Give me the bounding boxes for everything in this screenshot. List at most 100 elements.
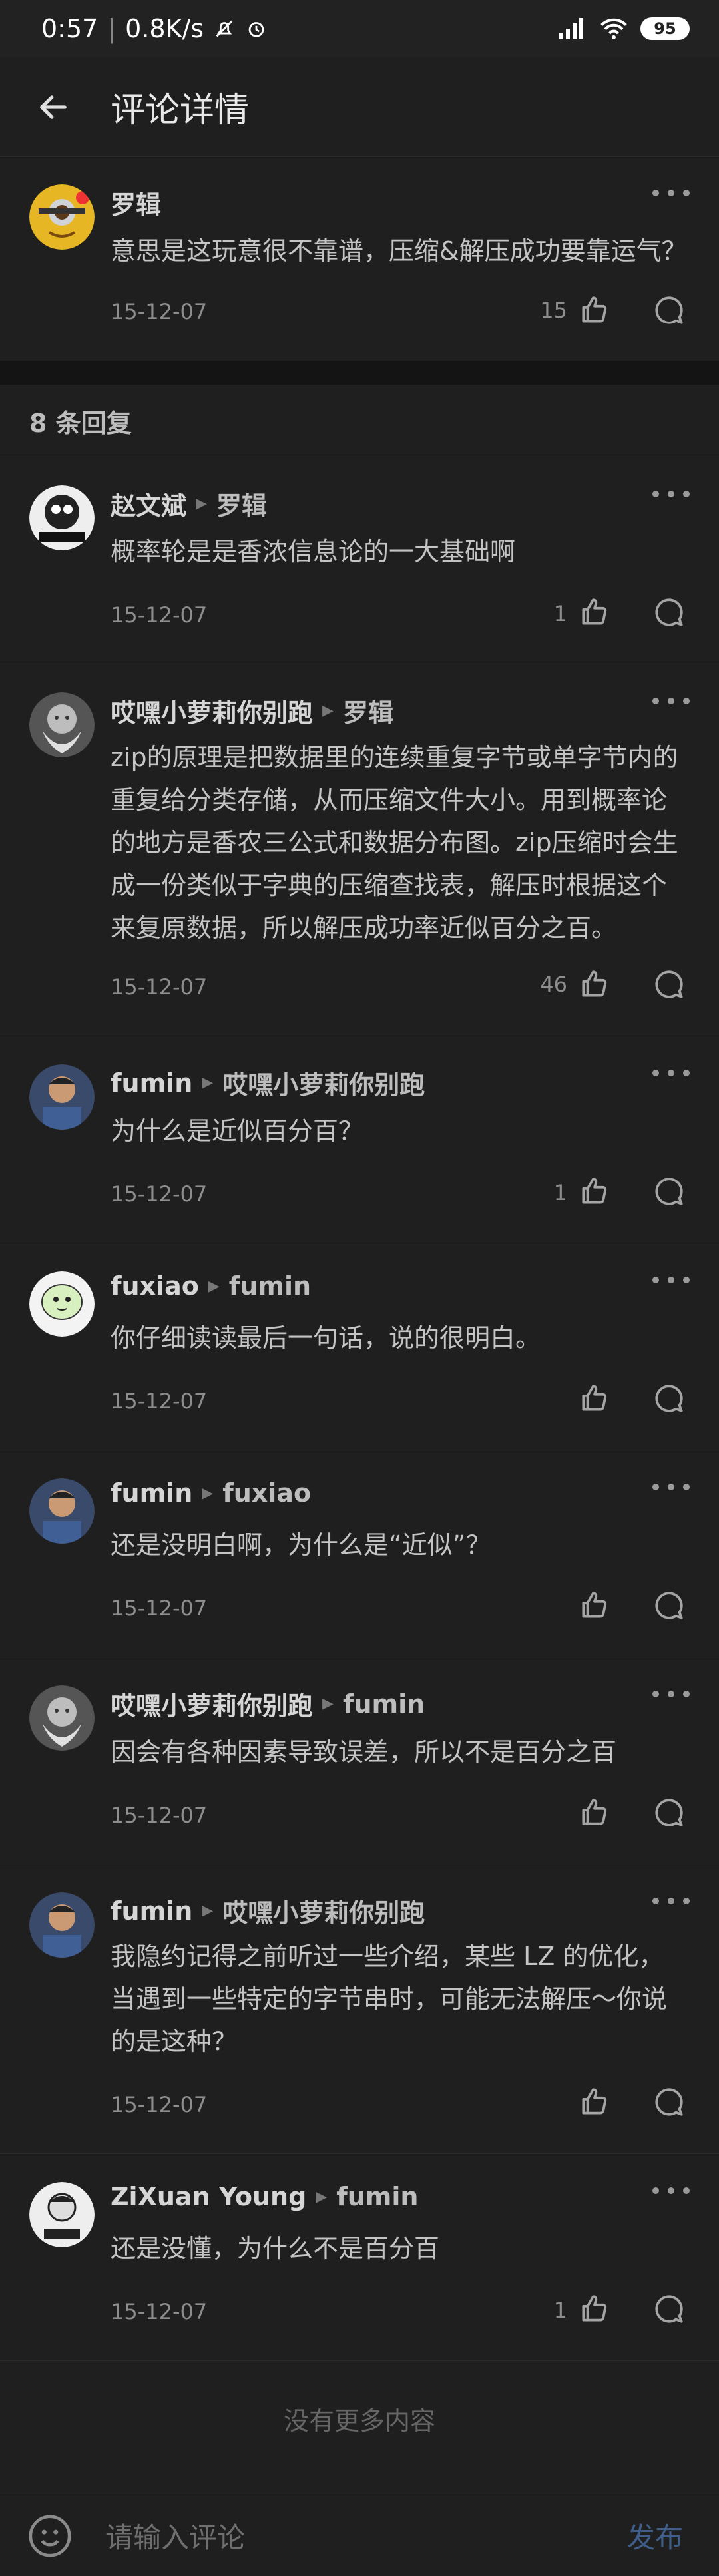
more-options-button[interactable] [652,2187,690,2201]
reply-target[interactable]: 哎嘿小萝莉你别跑 [222,1892,425,1929]
reply-content: 还是没懂，为什么不是百分百 [111,2234,440,2263]
reply-to-arrow-icon: ▶ [202,1074,214,1091]
like-count: 1 [553,1180,567,1205]
reply-bubble-icon[interactable] [652,1589,686,1622]
avatar[interactable] [29,184,95,250]
avatar[interactable] [29,1064,95,1130]
arrow-left-icon [40,95,67,119]
avatar[interactable] [29,692,95,757]
replies-count: 8 条回复 [0,385,719,457]
reply-bubble-icon[interactable] [652,2292,686,2326]
reply-target[interactable]: 罗辑 [343,692,393,729]
avatar[interactable] [29,1685,95,1751]
thumbs-up-icon[interactable] [578,1175,611,1208]
reply-to-arrow-icon: ▶ [208,1277,220,1295]
reply-target[interactable]: fumin [343,1689,425,1719]
reply-content: 还是没明白啊，为什么是“近似”？ [111,1530,491,1560]
reply-item: 哎嘿小萝莉你别跑 ▶ 罗辑 zip的原理是把数据里的连续重复字节或单字节内的重复… [0,664,719,1036]
reply-item: fumin ▶ fuxiao 还是没明白啊，为什么是“近似”？ 15-12-07 [0,1450,719,1657]
reply-item: 赵文斌 ▶ 罗辑 概率轮是是香浓信息论的一大基础啊 15-12-07 1 [0,457,719,664]
reply-author[interactable]: 赵文斌 [111,485,186,522]
reply-author[interactable]: 哎嘿小萝莉你别跑 [111,692,313,729]
reply-date: 15-12-07 [111,1181,208,1207]
reply-to-arrow-icon: ▶ [316,2188,328,2205]
reply-to-arrow-icon: ▶ [196,495,207,512]
reply-content: zip的原理是把数据里的连续重复字节或单字节内的重复给分类存储，从而压缩文件大小… [111,743,678,943]
no-more-content: 没有更多内容 [283,2406,435,2436]
more-options-button[interactable] [652,190,690,203]
avatar[interactable] [29,1478,95,1544]
reply-author[interactable]: 哎嘿小萝莉你别跑 [111,1685,313,1722]
reply-target[interactable]: 罗辑 [216,485,267,522]
alarm-icon [248,22,264,37]
reply-author[interactable]: ZiXuan Young [111,2182,306,2211]
reply-author[interactable]: fuxiao [111,1271,199,1301]
reply-bubble-icon[interactable] [652,1175,686,1208]
more-options-button[interactable] [652,698,690,711]
more-options-button[interactable] [652,1070,690,1083]
battery-icon: 95 [640,17,690,40]
original-comment: 罗辑 意思是这玩意很不靠谱，压缩&解压成功要靠运气？ 15-12-07 15 [0,158,719,361]
reply-bubble-icon[interactable] [652,968,686,1001]
comment-input[interactable]: 请输入评论 [105,2515,627,2556]
reply-date: 15-12-07 [111,2092,208,2117]
section-divider [0,361,719,385]
reply-item: fuxiao ▶ fumin 你仔细读读最后一句话，说的很明白。 15-12-0… [0,1243,719,1450]
reply-to-arrow-icon: ▶ [322,1695,334,1712]
avatar[interactable] [29,485,95,550]
status-bar: 0:57 | 0.8K/s 95 [0,0,719,57]
page-title: 评论详情 [111,91,250,130]
emoji-icon[interactable] [27,2513,73,2559]
like-count: 1 [553,2298,567,2323]
reply-content: 你仔细读读最后一句话，说的很明白。 [111,1323,541,1353]
reply-to-arrow-icon: ▶ [202,1484,214,1502]
reply-bubble-icon[interactable] [652,2085,686,2119]
reply-author[interactable]: fumin [111,1478,192,1508]
like-count: 1 [553,601,567,626]
avatar[interactable] [29,2182,95,2247]
reply-target[interactable]: fumin [229,1271,311,1301]
reply-content: 我隐约记得之前听过一些介绍，某些 LZ 的优化，当遇到一些特定的字节串时，可能无… [111,1942,668,2056]
reply-bubble-icon[interactable] [652,1382,686,1415]
reply-item: 哎嘿小萝莉你别跑 ▶ fumin 因会有各种因素导致误差，所以不是百分之百 15… [0,1657,719,1864]
comment-content: 意思是这玩意很不靠谱，压缩&解压成功要靠运气？ [111,236,687,266]
reply-item: ZiXuan Young ▶ fumin 还是没懂，为什么不是百分百 15-12… [0,2154,719,2361]
like-count: 46 [540,972,567,997]
more-options-button[interactable] [652,1277,690,1290]
reply-author[interactable]: fumin [111,1068,192,1098]
thumbs-up-icon[interactable] [578,1589,611,1622]
reply-to-arrow-icon: ▶ [202,1902,214,1919]
reply-author[interactable]: fumin [111,1896,192,1926]
comment-author[interactable]: 罗辑 [111,184,161,221]
reply-bubble-icon[interactable] [652,596,686,629]
reply-bubble-icon[interactable] [652,294,686,327]
thumbs-up-icon[interactable] [578,1796,611,1829]
reply-date: 15-12-07 [111,2299,208,2324]
comment-date: 15-12-07 [111,299,208,324]
reply-target[interactable]: fumin [336,2182,418,2211]
thumbs-up-icon[interactable] [578,968,611,1001]
reply-content: 为什么是近似百分百？ [111,1116,364,1146]
thumbs-up-icon[interactable] [578,1382,611,1415]
signal-icon [559,18,583,39]
more-options-button[interactable] [652,1898,690,1911]
thumbs-up-icon[interactable] [578,2085,611,2119]
thumbs-up-icon[interactable] [578,2292,611,2326]
back-button[interactable] [27,81,80,134]
reply-item: fumin ▶ 哎嘿小萝莉你别跑 我隐约记得之前听过一些介绍，某些 LZ 的优化… [0,1864,719,2154]
thumbs-up-icon[interactable] [578,294,611,327]
reply-target[interactable]: fuxiao [222,1478,311,1508]
thumbs-up-icon[interactable] [578,596,611,629]
reply-date: 15-12-07 [111,1596,208,1621]
publish-button[interactable]: 发布 [627,2515,683,2556]
avatar[interactable] [29,1271,95,1337]
more-options-button[interactable] [652,1691,690,1704]
reply-bubble-icon[interactable] [652,1796,686,1829]
wifi-icon [600,18,627,39]
mute-bell-icon [216,20,233,37]
more-options-button[interactable] [652,491,690,504]
reply-date: 15-12-07 [111,1389,208,1414]
reply-target[interactable]: 哎嘿小萝莉你别跑 [222,1064,425,1101]
avatar[interactable] [29,1892,95,1958]
more-options-button[interactable] [652,1484,690,1497]
